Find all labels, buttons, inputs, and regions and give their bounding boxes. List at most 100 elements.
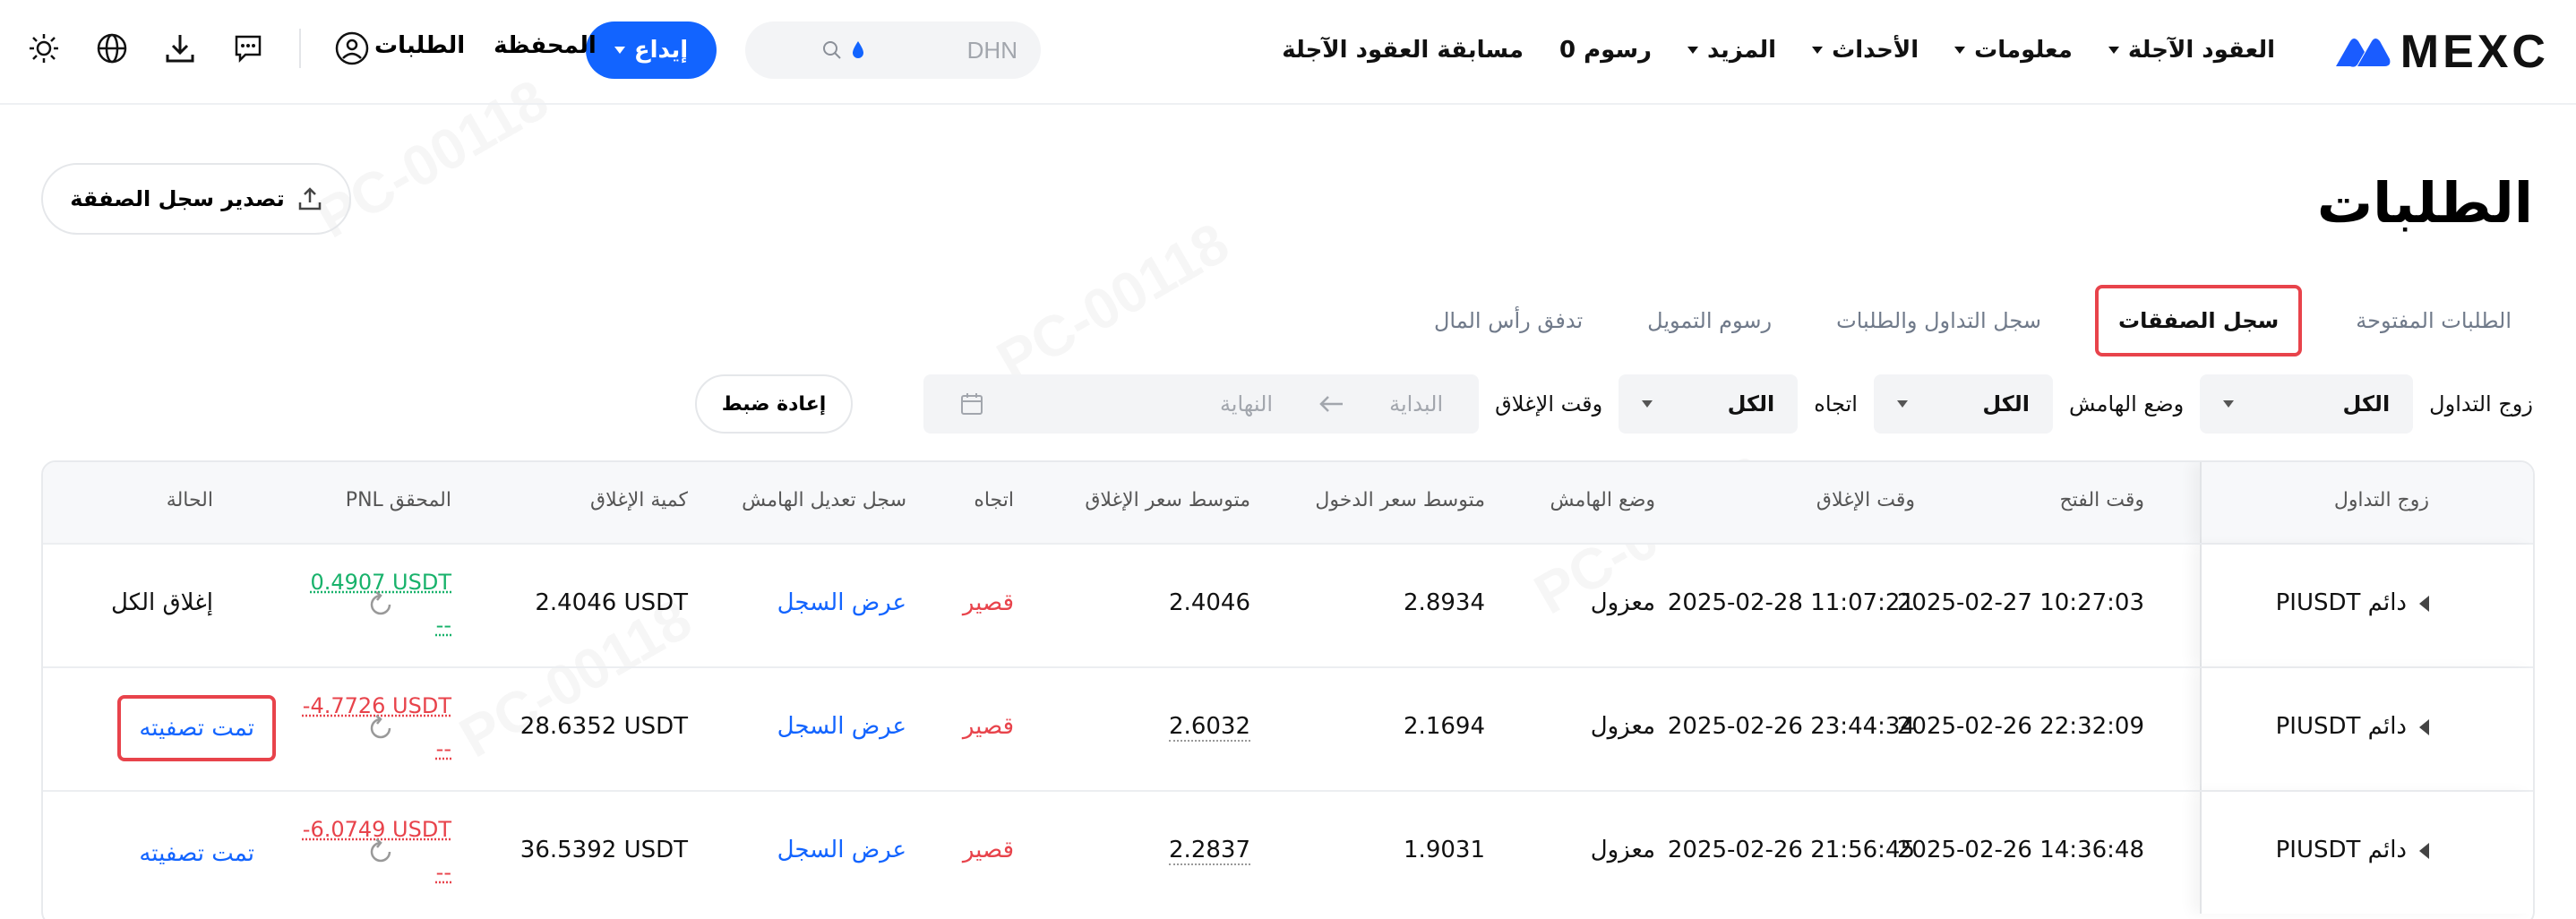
arrow-left-icon xyxy=(1318,395,1344,413)
status: إغلاق الكل xyxy=(111,589,213,616)
mexc-logo[interactable]: MEXC xyxy=(2334,25,2549,79)
nav-more[interactable]: المزيد xyxy=(1687,37,1776,64)
col-status: الحالة xyxy=(167,489,213,511)
deposit-label: إيداع xyxy=(634,37,688,64)
view-margin-log-link[interactable]: عرض السجل xyxy=(777,713,906,740)
globe-icon[interactable] xyxy=(95,31,129,65)
search-icon xyxy=(822,40,842,60)
col-pair: زوج التداول xyxy=(2334,489,2429,511)
direction-filter-select[interactable]: الكل xyxy=(1619,374,1798,434)
reset-filters-button[interactable]: إعادة ضبط xyxy=(695,374,853,434)
page-title: الطلبات xyxy=(2317,170,2533,236)
theme-sun-icon[interactable] xyxy=(27,31,61,65)
status-liquidated-link[interactable]: تمت تصفيته xyxy=(139,840,254,867)
nav-events[interactable]: الأحداث xyxy=(1812,37,1919,64)
chevron-down-icon xyxy=(614,47,625,54)
chat-icon[interactable] xyxy=(231,31,265,65)
open-time: 2025-02-26 14:36:48 xyxy=(1897,837,2144,863)
avg-entry-price: 2.8934 xyxy=(1404,589,1485,616)
nav-label: مسابقة العقود الآجلة xyxy=(1282,37,1524,64)
header-links: الطلبات المحفظة xyxy=(374,32,597,59)
expand-arrow-icon[interactable] xyxy=(2419,843,2429,859)
avg-close-price: 2.2837 xyxy=(1169,837,1250,865)
direction: قصير xyxy=(963,837,1014,863)
status-liquidated-link[interactable]: تمت تصفيته xyxy=(117,695,276,761)
download-icon[interactable] xyxy=(163,31,197,65)
share-refresh-icon[interactable] xyxy=(367,591,394,618)
tab-order-and-trade-history[interactable]: سجل التداول والطلبات xyxy=(1825,296,2052,346)
watermark: PC-00118 xyxy=(986,210,1241,394)
export-trade-history-button[interactable]: تصدير سجل الصفقة xyxy=(41,163,351,235)
col-open-time: وقت الفتح xyxy=(2059,489,2144,511)
close-time: 2025-02-28 11:07:21 xyxy=(1668,589,1915,616)
avg-entry-price: 1.9031 xyxy=(1404,837,1485,863)
direction-filter-label: اتجاه xyxy=(1814,391,1858,417)
nav-futures-competition[interactable]: مسابقة العقود الآجلة xyxy=(1282,37,1524,64)
main-nav: العقود الآجلة معلومات الأحداث المزيد 0 ر… xyxy=(1282,29,2275,72)
share-refresh-icon[interactable] xyxy=(367,838,394,865)
tab-capital-flow[interactable]: تدفق رأس المال xyxy=(1423,296,1593,346)
view-margin-log-link[interactable]: عرض السجل xyxy=(777,589,906,616)
pair-filter-select[interactable]: الكل xyxy=(2200,374,2413,434)
pinned-pair-cell: PIUSDT دائم xyxy=(2200,668,2533,790)
margin-filter-select[interactable]: الكل xyxy=(1874,374,2053,434)
col-margin-log: سجل تعديل الهامش xyxy=(742,489,906,511)
pinned-column-header: زوج التداول xyxy=(2200,462,2533,543)
open-time: 2025-02-26 22:32:09 xyxy=(1897,713,2144,740)
tab-trade-history[interactable]: سجل الصفقات xyxy=(2095,285,2302,356)
search-input[interactable] xyxy=(874,37,1018,64)
chevron-down-icon xyxy=(1954,47,1965,54)
share-refresh-icon[interactable] xyxy=(367,715,394,742)
chevron-down-icon xyxy=(1897,400,1908,408)
nav-label: الأحداث xyxy=(1832,37,1919,64)
date-start[interactable]: البداية xyxy=(1389,391,1443,417)
tab-funding-fees[interactable]: رسوم التمويل xyxy=(1636,296,1782,346)
nav-futures[interactable]: العقود الآجلة xyxy=(2108,37,2275,64)
deposit-button[interactable]: إيداع xyxy=(586,21,717,79)
col-avg-entry: متوسط سعر الدخول xyxy=(1315,489,1485,511)
table-row: 2025-02-27 10:27:03 2025-02-28 11:07:21 … xyxy=(43,543,2533,666)
tab-open-orders[interactable]: الطلبات المفتوحة xyxy=(2345,296,2522,346)
trading-pair[interactable]: PIUSDT دائم xyxy=(2276,589,2429,616)
chevron-down-icon xyxy=(1812,47,1823,54)
pair-label: PIUSDT دائم xyxy=(2276,589,2407,616)
avg-entry-price: 2.1694 xyxy=(1404,713,1485,740)
col-realized-pnl: PNL المحقق xyxy=(346,489,451,511)
date-end[interactable]: النهاية xyxy=(1220,391,1273,417)
expand-arrow-icon[interactable] xyxy=(2419,719,2429,735)
trading-pair[interactable]: PIUSDT دائم xyxy=(2276,837,2429,863)
divider xyxy=(299,29,301,68)
direction: قصير xyxy=(963,713,1014,740)
table-row: 2025-02-26 14:36:48 2025-02-26 21:56:45 … xyxy=(43,790,2533,914)
col-direction: اتجاه xyxy=(974,489,1014,511)
profile-icon[interactable] xyxy=(335,31,369,65)
nav-label: المزيد xyxy=(1707,37,1776,64)
margin-filter-value: الكل xyxy=(1982,391,2030,417)
search-box[interactable] xyxy=(745,21,1041,79)
nav-label: 0 رسوم xyxy=(1559,37,1652,64)
pair-label: PIUSDT دائم xyxy=(2276,837,2407,863)
pair-label: PIUSDT دائم xyxy=(2276,713,2407,740)
col-close-time: وقت الإغلاق xyxy=(1816,489,1915,511)
margin-filter-label: وضع الهامش xyxy=(2069,391,2184,417)
wallet-link[interactable]: المحفظة xyxy=(494,32,597,59)
brand-name: MEXC xyxy=(2400,25,2549,79)
direction: قصير xyxy=(963,589,1014,616)
chevron-down-icon xyxy=(1642,400,1653,408)
expand-arrow-icon[interactable] xyxy=(2419,596,2429,612)
calendar-icon xyxy=(959,391,984,417)
trading-pair[interactable]: PIUSDT دائم xyxy=(2276,713,2429,740)
margin-mode: معزول xyxy=(1591,837,1655,863)
date-range-picker[interactable]: البداية النهاية xyxy=(923,374,1479,434)
view-margin-log-link[interactable]: عرض السجل xyxy=(777,837,906,863)
drop-icon xyxy=(851,40,865,60)
orders-link[interactable]: الطلبات xyxy=(374,32,465,59)
mexc-logo-icon xyxy=(2334,34,2391,70)
nav-info[interactable]: معلومات xyxy=(1954,37,2073,64)
nav-label: معلومات xyxy=(1974,37,2073,64)
orders-tabs: الطلبات المفتوحة سجل الصفقات سجل التداول… xyxy=(1423,285,2522,356)
nav-label: العقود الآجلة xyxy=(2128,37,2275,64)
col-close-qty: كمية الإغلاق xyxy=(590,489,688,511)
avg-close-price: 2.4046 xyxy=(1169,589,1250,616)
nav-zero-fees[interactable]: 0 رسوم xyxy=(1559,37,1652,64)
